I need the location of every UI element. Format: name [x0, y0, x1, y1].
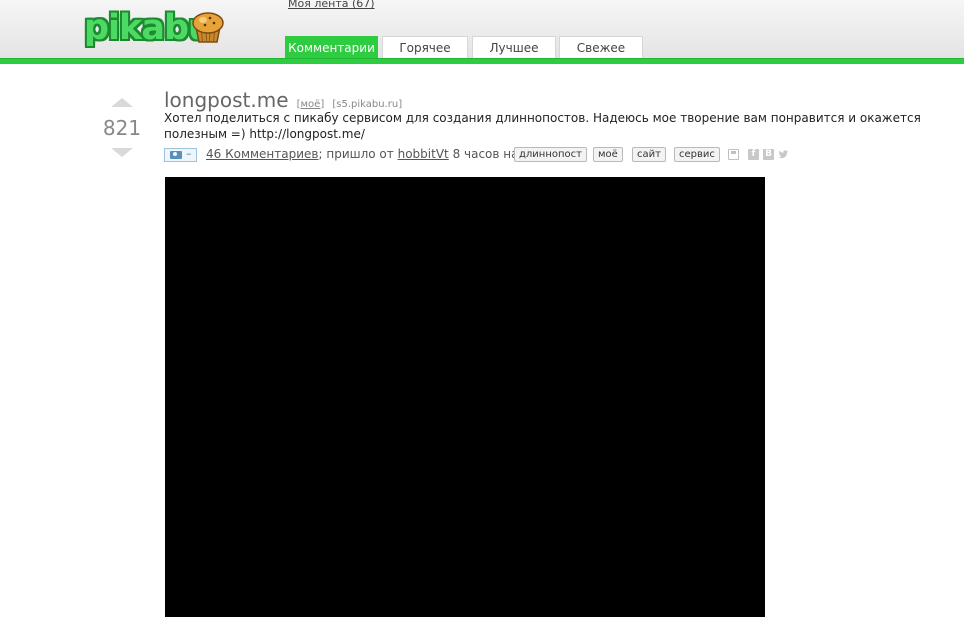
tag-longpost[interactable]: длиннопост — [514, 147, 587, 162]
tab-comments[interactable]: Комментарии — [285, 36, 378, 58]
camera-icon — [170, 151, 182, 159]
header: pikabu Моя лента (67) Комментарии Горяче… — [0, 0, 964, 58]
facebook-icon[interactable]: f — [748, 149, 759, 160]
my-feed-link[interactable]: Моя лента (67) — [288, 0, 375, 10]
upvote-arrow-icon[interactable] — [111, 98, 133, 107]
mine-link[interactable]: [моё] — [297, 99, 325, 110]
media-badge-dash: – — [186, 147, 192, 160]
post-source-text: s5.pikabu.ru — [336, 99, 399, 110]
tag-mine[interactable]: моё — [593, 147, 623, 162]
twitter-icon[interactable] — [778, 149, 789, 160]
post-source: [s5.pikabu.ru] — [332, 99, 403, 110]
tab-best[interactable]: Лучшее — [472, 36, 556, 58]
tag-site[interactable]: сайт — [632, 147, 666, 162]
tab-fresh[interactable]: Свежее — [559, 36, 643, 58]
video-player[interactable] — [165, 177, 765, 617]
meta-text: 46 Комментариев; пришло от hobbitVt 8 ча… — [206, 147, 541, 161]
post-title-row: longpost.me [моё] [s5.pikabu.ru] — [164, 88, 402, 112]
downvote-arrow-icon[interactable] — [111, 148, 133, 157]
pikabu-logo[interactable]: pikabu — [84, 8, 229, 50]
muffin-logo-icon — [192, 12, 224, 43]
vk-icon[interactable]: B — [763, 149, 774, 160]
media-badge[interactable]: – — [164, 147, 197, 162]
post-description: Хотел поделиться с пикабу сервисом для с… — [164, 111, 921, 141]
tab-hot[interactable]: Горячее — [382, 36, 468, 58]
came-from-text: ; пришло от — [318, 147, 394, 161]
post-title[interactable]: longpost.me — [164, 88, 289, 112]
header-divider — [0, 58, 964, 64]
mine-link-text[interactable]: моё — [301, 99, 321, 110]
post-rating: 821 — [102, 116, 142, 140]
save-icon[interactable] — [728, 149, 739, 160]
author-link[interactable]: hobbitVt — [398, 147, 449, 161]
tag-service[interactable]: сервис — [674, 147, 720, 162]
comments-link[interactable]: 46 Комментариев — [206, 147, 319, 161]
